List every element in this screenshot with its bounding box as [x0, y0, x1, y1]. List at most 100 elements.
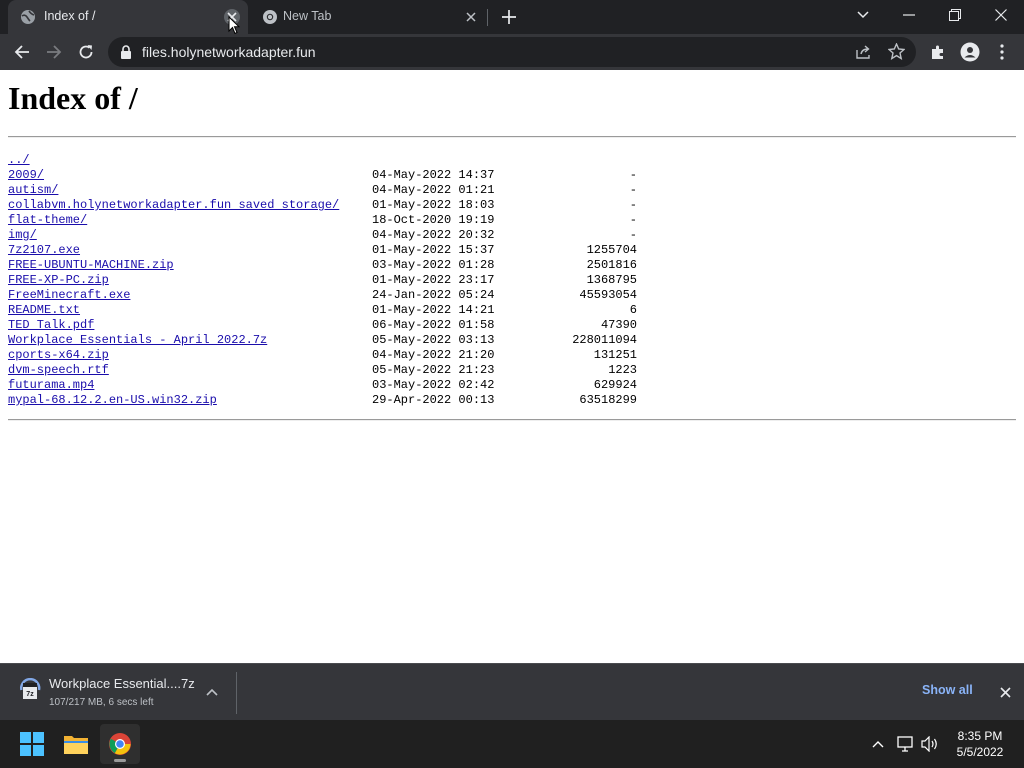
tab-title: Index of / [44, 9, 96, 23]
file-size: 1223 [608, 363, 637, 377]
file-link[interactable]: img/ [8, 228, 37, 243]
file-link[interactable]: dvm-speech.rtf [8, 363, 109, 378]
download-status: 107/217 MB, 6 secs left [49, 697, 154, 708]
file-link[interactable]: ../ [8, 153, 30, 168]
close-window-icon[interactable] [978, 0, 1024, 30]
download-shelf: 7z Workplace Essential....7z 107/217 MB,… [0, 663, 1024, 720]
tab-strip: Index of / New Tab [0, 0, 1024, 34]
file-date: 04-May-2022 01:21 [372, 183, 495, 197]
extensions-puzzle-icon[interactable] [924, 38, 952, 66]
chrome-icon [109, 733, 131, 755]
file-date: 04-May-2022 20:32 [372, 228, 495, 242]
tab-new-tab[interactable]: New Tab [250, 0, 486, 34]
divider [8, 419, 1016, 421]
start-icon[interactable] [12, 724, 52, 764]
close-shelf-icon[interactable] [996, 683, 1014, 701]
mouse-cursor-icon [228, 15, 241, 40]
new-tab-plus-icon[interactable] [498, 6, 520, 28]
file-link[interactable]: FREE-UBUNTU-MACHINE.zip [8, 258, 174, 273]
file-date: 04-May-2022 14:37 [372, 168, 495, 182]
file-size: 6 [629, 303, 637, 317]
file-date: 05-May-2022 21:23 [372, 363, 495, 377]
file-link[interactable]: collabvm.holynetworkadapter.fun saved st… [8, 198, 339, 213]
lock-icon[interactable] [120, 45, 132, 64]
file-size: 629924 [593, 378, 637, 392]
file-date: 03-May-2022 01:28 [372, 258, 495, 272]
file-size: 2501816 [586, 258, 637, 272]
file-link[interactable]: TED Talk.pdf [8, 318, 94, 333]
file-size: 45593054 [579, 288, 637, 302]
globe-icon [20, 9, 36, 25]
file-size: 131251 [593, 348, 637, 362]
file-date: 01-May-2022 14:21 [372, 303, 495, 317]
file-link[interactable]: FREE-XP-PC.zip [8, 273, 109, 288]
file-size: - [629, 198, 637, 212]
file-date: 24-Jan-2022 05:24 [372, 288, 495, 302]
file-link[interactable]: Workplace Essentials - April 2022.7z [8, 333, 267, 348]
clock-date: 5/5/2022 [956, 745, 1004, 759]
windows-taskbar: 8:35 PM 5/5/2022 [0, 720, 1024, 768]
file-size: - [629, 168, 637, 182]
file-date: 04-May-2022 21:20 [372, 348, 495, 362]
archive-file-icon[interactable]: 7z [18, 677, 42, 704]
file-date: 18-Oct-2020 19:19 [372, 213, 495, 227]
tab-divider [487, 9, 488, 26]
file-link[interactable]: futurama.mp4 [8, 378, 94, 393]
file-size: - [629, 183, 637, 197]
download-file-name[interactable]: Workplace Essential....7z [49, 676, 195, 691]
chevron-up-icon[interactable] [204, 684, 220, 700]
show-all-button[interactable]: Show all [922, 683, 973, 697]
file-date: 29-Apr-2022 00:13 [372, 393, 495, 407]
file-link[interactable]: mypal-68.12.2.en-US.win32.zip [8, 393, 217, 408]
page-viewport: Index of / ../2009/04-May-2022 14:37 - aut… [0, 70, 1024, 663]
network-icon[interactable] [896, 734, 916, 754]
file-link[interactable]: README.txt [8, 303, 80, 318]
file-link[interactable]: cports-x64.zip [8, 348, 109, 363]
minimize-icon[interactable] [886, 0, 932, 30]
page-title: Index of / [8, 80, 138, 116]
restore-icon[interactable] [932, 0, 978, 30]
tab-index[interactable]: Index of / [8, 0, 248, 34]
file-size: 47390 [600, 318, 637, 332]
file-explorer-icon[interactable] [56, 724, 96, 764]
file-date: 06-May-2022 01:58 [372, 318, 495, 332]
shelf-divider [236, 672, 237, 714]
chevron-up-tray-icon[interactable] [868, 734, 888, 754]
kebab-menu-icon[interactable] [988, 38, 1016, 66]
file-size: - [629, 213, 637, 227]
reload-icon[interactable] [72, 38, 100, 66]
file-size: 63518299 [579, 393, 637, 407]
file-size: 228011094 [572, 333, 637, 347]
file-date: 01-May-2022 15:37 [372, 243, 495, 257]
file-link[interactable]: 2009/ [8, 168, 44, 183]
chrome-taskbar-button[interactable] [100, 724, 140, 764]
tab-title: New Tab [283, 9, 332, 23]
browser-toolbar: files.holynetworkadapter.fun [0, 34, 1024, 70]
file-date: 01-May-2022 18:03 [372, 198, 495, 212]
file-size: 1255704 [586, 243, 637, 257]
bookmark-star-icon[interactable] [887, 42, 906, 65]
file-size: 1368795 [586, 273, 637, 287]
file-link[interactable]: flat-theme/ [8, 213, 87, 228]
share-icon[interactable] [856, 44, 872, 65]
volume-icon[interactable] [920, 734, 940, 754]
system-clock[interactable]: 8:35 PM 5/5/2022 [948, 728, 1012, 760]
tab-search-chevron-icon[interactable] [840, 0, 886, 30]
file-date: 05-May-2022 03:13 [372, 333, 495, 347]
file-link[interactable]: autism/ [8, 183, 58, 198]
close-tab-icon[interactable] [463, 9, 479, 25]
running-indicator [114, 759, 126, 762]
file-date: 01-May-2022 23:17 [372, 273, 495, 287]
address-bar[interactable]: files.holynetworkadapter.fun [108, 37, 916, 67]
file-link[interactable]: 7z2107.exe [8, 243, 80, 258]
chrome-icon [262, 9, 278, 25]
file-date: 03-May-2022 02:42 [372, 378, 495, 392]
divider [8, 136, 1016, 138]
back-arrow-icon[interactable] [8, 38, 36, 66]
profile-avatar-icon[interactable] [956, 38, 984, 66]
svg-text:7z: 7z [26, 691, 34, 698]
url-text[interactable]: files.holynetworkadapter.fun [142, 44, 316, 60]
file-size: - [629, 228, 637, 242]
file-link[interactable]: FreeMinecraft.exe [8, 288, 130, 303]
forward-arrow-icon[interactable] [40, 38, 68, 66]
